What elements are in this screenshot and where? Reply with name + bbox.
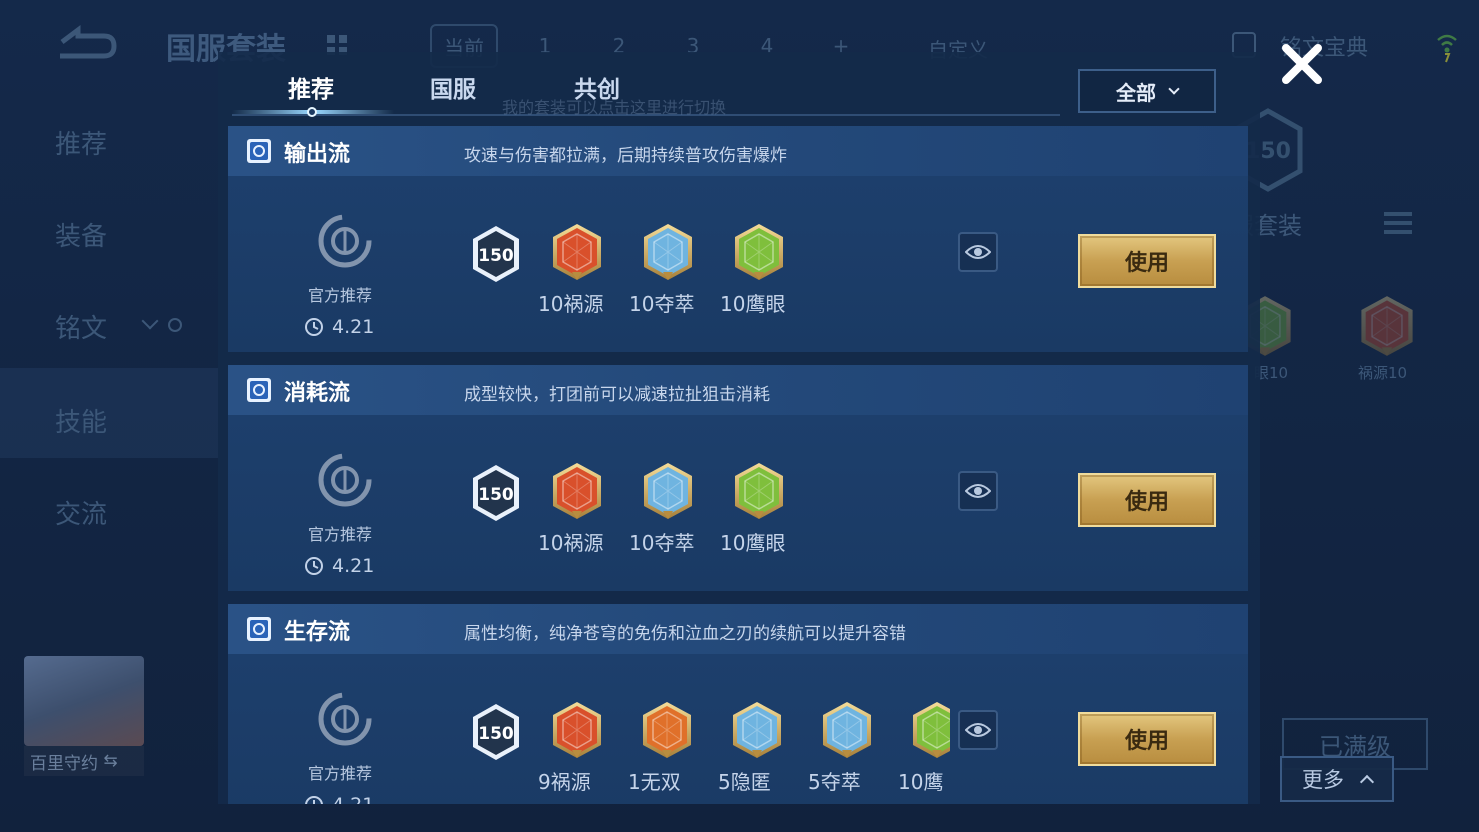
green-rune-icon — [910, 700, 950, 760]
rune-set-card: 输出流 攻速与伤害都拉满，后期持续普攻伤害爆炸 官方推荐 4.21 150 10… — [228, 126, 1248, 352]
bg-sidebar-item-runes[interactable]: 铭文 — [55, 308, 107, 345]
more-label: 更多 — [1302, 768, 1344, 792]
blue-rune-icon — [730, 700, 784, 760]
preview-button[interactable] — [958, 710, 998, 750]
back-arrow-icon[interactable] — [48, 22, 120, 62]
bg-sidebar-active-highlight — [0, 368, 218, 458]
background-sidebar: 推荐 装备 铭文 技能 交流 — [0, 90, 220, 650]
card-header: 消耗流 成型较快，打团前可以减速拉扯狙击消耗 — [228, 365, 1248, 415]
eye-icon — [965, 245, 991, 259]
eye-icon — [965, 484, 991, 498]
selected-dot-icon — [168, 318, 182, 332]
rune-label: 1无双 — [628, 770, 681, 794]
wifi-icon — [1437, 34, 1457, 63]
eye-icon — [965, 723, 991, 737]
red-rune-icon — [550, 222, 604, 282]
red-rune-icon — [550, 461, 604, 521]
chevron-down-icon — [141, 312, 159, 330]
rune-label: 5隐匿 — [718, 770, 771, 794]
rune-label: 10夺萃 — [629, 531, 695, 555]
bg-rune-label: 祸源10 — [1358, 364, 1408, 382]
close-icon[interactable] — [1278, 40, 1326, 88]
rune-set-card: 生存流 属性均衡，纯净苍穹的免伤和泣血之刃的续航可以提升容错 官方推荐 4.21 — [228, 604, 1248, 804]
rune-label: 10鹰 — [898, 770, 944, 794]
card-header: 生存流 属性均衡，纯净苍穹的免伤和泣血之刃的续航可以提升容错 — [228, 604, 1248, 654]
hero-avatar[interactable] — [24, 656, 144, 746]
rune-set-icon — [247, 139, 271, 163]
rune-label: 10祸源 — [538, 531, 604, 555]
rune-label: 10夺萃 — [629, 292, 695, 316]
menu-icon[interactable] — [1384, 212, 1412, 234]
blue-rune-icon — [641, 461, 695, 521]
filter-label: 全部 — [1116, 80, 1156, 105]
use-button[interactable]: 使用 — [1078, 712, 1216, 766]
green-rune-icon — [732, 461, 786, 521]
rune-list: 9祸源 1无双 5隐匿 5夺萃 10鹰 — [228, 654, 950, 804]
rune-set-icon — [247, 378, 271, 402]
filter-dropdown[interactable]: 全部 — [1078, 69, 1216, 113]
rune-label: 10鹰眼 — [720, 531, 786, 555]
card-title: 生存流 — [284, 620, 351, 645]
rune-label: 5夺萃 — [808, 770, 861, 794]
hero-name-label[interactable]: 百里守约 ⇆ — [24, 746, 144, 776]
red-rune-icon — [1358, 294, 1416, 358]
rune-set-icon — [247, 617, 271, 641]
bg-sidebar-item-equipment[interactable]: 装备 — [55, 216, 107, 253]
green-rune-icon — [732, 222, 786, 282]
card-title: 消耗流 — [284, 381, 351, 406]
card-title: 输出流 — [284, 142, 351, 167]
tab-national[interactable]: 国服 — [430, 70, 476, 104]
use-button[interactable]: 使用 — [1078, 234, 1216, 288]
chevron-down-icon — [1168, 83, 1180, 95]
card-header: 输出流 攻速与伤害都拉满，后期持续普攻伤害爆炸 — [228, 126, 1248, 176]
rune-list: 10祸源 10夺萃 10鹰眼 — [228, 176, 950, 352]
tab-recommend[interactable]: 推荐 — [288, 70, 334, 104]
blue-rune-icon — [641, 222, 695, 282]
use-button[interactable]: 使用 — [1078, 473, 1216, 527]
rune-label: 9祸源 — [538, 770, 591, 794]
preset-switch-hint: 我的套装可以点击这里进行切换 — [502, 98, 727, 117]
active-tab-dot-icon — [307, 107, 317, 117]
card-description: 攻速与伤害都拉满，后期持续普攻伤害爆炸 — [464, 146, 787, 166]
card-description: 属性均衡，纯净苍穹的免伤和泣血之刃的续航可以提升容错 — [464, 624, 906, 644]
rune-recommend-modal: 推荐 国服 共创 我的套装可以点击这里进行切换 全部 输出流 攻速与伤害都拉满，… — [218, 52, 1260, 804]
chevron-up-icon — [1359, 774, 1375, 790]
rune-label: 10鹰眼 — [720, 292, 786, 316]
more-button[interactable]: 更多 — [1280, 756, 1394, 802]
preview-button[interactable] — [958, 232, 998, 272]
bg-sidebar-item-skills[interactable]: 技能 — [55, 402, 107, 439]
blue-rune-icon — [820, 700, 874, 760]
hero-name: 百里守约 — [30, 753, 98, 774]
rune-list: 10祸源 10夺萃 10鹰眼 — [228, 415, 950, 591]
rune-label: 10祸源 — [538, 292, 604, 316]
rune-set-card: 消耗流 成型较快，打团前可以减速拉扯狙击消耗 官方推荐 4.21 150 10祸… — [228, 365, 1248, 591]
bg-sidebar-item-recommend[interactable]: 推荐 — [55, 124, 107, 161]
orange-rune-icon — [640, 700, 694, 760]
red-rune-icon — [550, 700, 604, 760]
preview-button[interactable] — [958, 471, 998, 511]
bg-sidebar-item-community[interactable]: 交流 — [55, 494, 107, 531]
card-description: 成型较快，打团前可以减速拉扯狙击消耗 — [464, 385, 770, 405]
